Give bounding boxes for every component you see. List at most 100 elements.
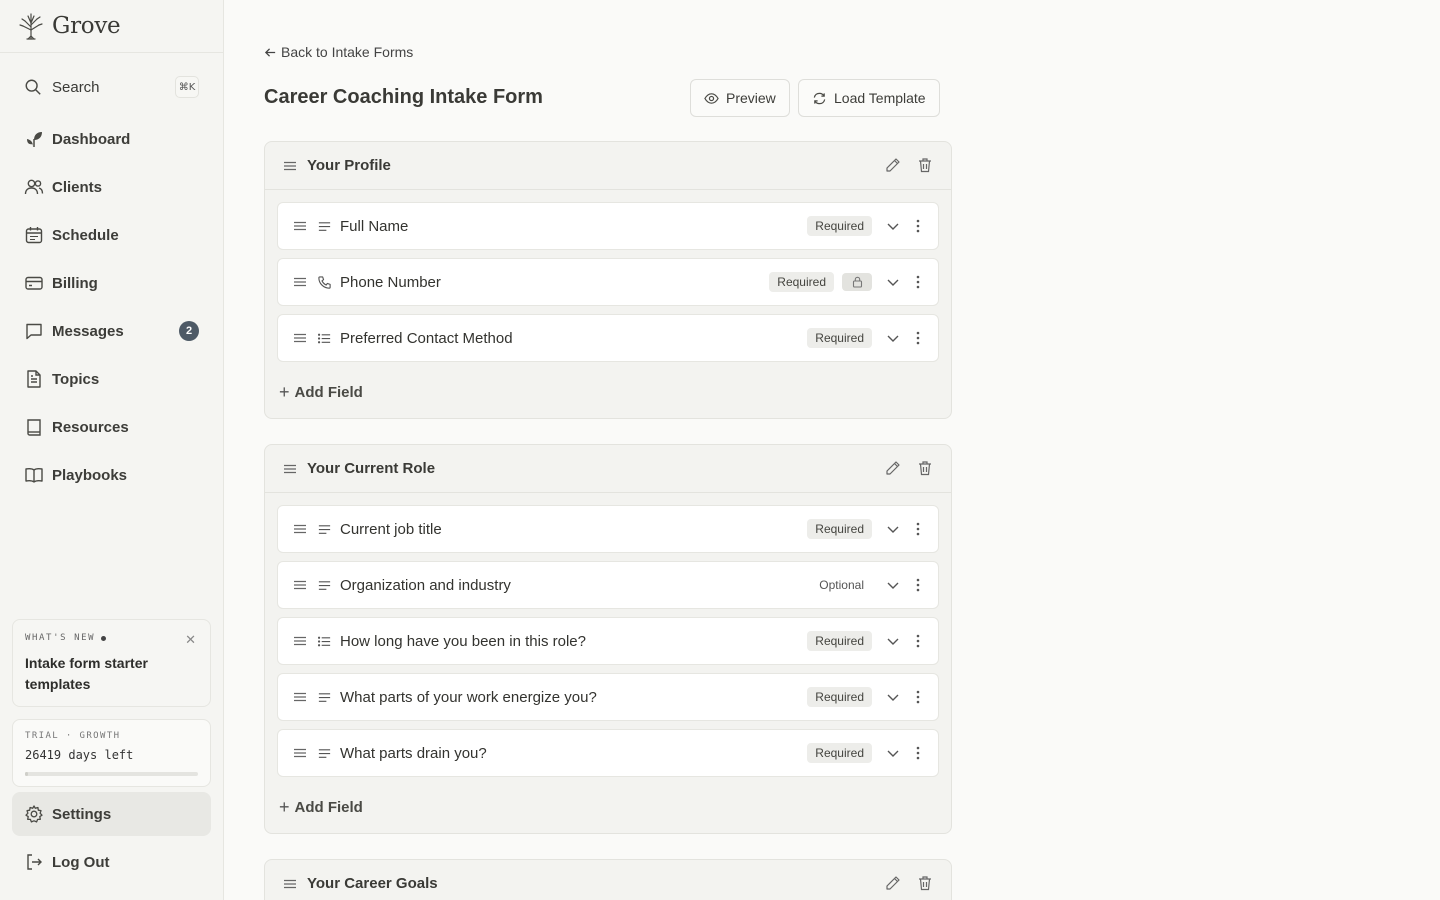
trash-icon[interactable] [917,157,933,173]
form-field-row[interactable]: What parts drain you? Required [277,729,939,777]
sidebar-item-clients[interactable]: Clients [12,165,211,209]
trial-days-left: 26419 days left [25,748,134,762]
sidebar-item-billing[interactable]: Billing [12,261,211,305]
gear-icon [25,805,43,823]
field-controls: Required [807,203,920,249]
whats-new-card[interactable]: WHAT'S NEW ✕ Intake form starter templat… [12,619,211,707]
required-badge[interactable]: Required [807,328,872,348]
more-options-icon[interactable] [916,746,920,760]
sidebar-item-messages[interactable]: Messages 2 [12,309,211,353]
chevron-down-icon[interactable] [886,634,900,648]
arrow-left-icon [264,47,276,57]
drag-handle-icon[interactable] [293,578,307,592]
more-options-icon[interactable] [916,331,920,345]
preview-button[interactable]: Preview [690,79,790,117]
required-badge[interactable]: Required [807,519,872,539]
close-icon[interactable]: ✕ [185,632,196,648]
required-badge[interactable]: Required [807,687,872,707]
book-icon [27,419,41,436]
list-icon [317,636,331,646]
more-options-icon[interactable] [916,275,920,289]
field-controls: Optional [811,562,920,608]
edit-icon[interactable] [885,157,901,173]
chevron-down-icon[interactable] [886,690,900,704]
users-icon [24,179,44,195]
add-field-button[interactable]: + Add Field [279,382,363,403]
chevron-down-icon[interactable] [886,522,900,536]
drag-handle-icon[interactable] [293,331,307,345]
required-badge[interactable]: Required [807,743,872,763]
drag-handle-icon[interactable] [293,522,307,536]
field-controls: Required [807,618,920,664]
edit-icon[interactable] [885,875,901,891]
sidebar-item-label: Resources [52,418,129,436]
sidebar-item-topics[interactable]: Topics [12,357,211,401]
form-section: Your Profile Full Name Required Phone Nu… [264,141,952,419]
sidebar-item-logout[interactable]: Log Out [12,840,211,884]
drag-handle-icon[interactable] [283,159,297,173]
field-label: What parts drain you? [340,744,487,762]
more-options-icon[interactable] [916,690,920,704]
sidebar-item-dashboard[interactable]: Dashboard [12,117,211,161]
sidebar-item-label: Billing [52,274,98,292]
refresh-icon [813,92,826,104]
form-field-row[interactable]: Organization and industry Optional [277,561,939,609]
text-field-icon [318,221,331,231]
form-field-row[interactable]: Current job title Required [277,505,939,553]
search-button[interactable]: Search ⌘K [12,64,211,110]
drag-handle-icon[interactable] [293,275,307,289]
whats-new-kicker-row: WHAT'S NEW [25,633,198,643]
list-icon [317,333,331,343]
more-options-icon[interactable] [916,522,920,536]
chevron-down-icon[interactable] [886,219,900,233]
section-header: Your Current Role [265,445,951,493]
drag-handle-icon[interactable] [293,690,307,704]
section-title: Your Career Goals [307,875,438,892]
chevron-down-icon[interactable] [886,331,900,345]
trial-card[interactable]: TRIAL · GROWTH 26419 days left [12,719,211,787]
required-badge[interactable]: Required [769,272,834,292]
trash-icon[interactable] [917,460,933,476]
load-template-button[interactable]: Load Template [798,79,940,117]
drag-handle-icon[interactable] [293,746,307,760]
chevron-down-icon[interactable] [886,746,900,760]
drag-handle-icon[interactable] [293,219,307,233]
form-field-row[interactable]: Preferred Contact Method Required [277,314,939,362]
form-field-row[interactable]: How long have you been in this role? Req… [277,617,939,665]
field-controls: Required [807,315,920,361]
more-options-icon[interactable] [916,219,920,233]
search-icon [25,79,41,95]
field-label: How long have you been in this role? [340,632,586,650]
unread-dot [101,635,107,641]
field-label: Phone Number [340,273,441,291]
trash-icon[interactable] [917,875,933,891]
trial-progress-bar [25,772,198,776]
add-field-button[interactable]: + Add Field [279,797,363,818]
edit-icon[interactable] [885,460,901,476]
field-controls: Required [807,506,920,552]
drag-handle-icon[interactable] [293,634,307,648]
form-field-row[interactable]: What parts of your work energize you? Re… [277,673,939,721]
form-field-row[interactable]: Phone Number Required [277,258,939,306]
brand[interactable]: Grove [0,0,223,53]
more-options-icon[interactable] [916,578,920,592]
chevron-down-icon[interactable] [886,275,900,289]
drag-handle-icon[interactable] [283,877,297,891]
section-actions [885,460,933,476]
sidebar-item-schedule[interactable]: Schedule [12,213,211,257]
sidebar-item-settings[interactable]: Settings [12,792,211,836]
sidebar-item-label: Dashboard [52,130,131,148]
message-icon [26,323,42,340]
required-badge[interactable]: Required [807,216,872,236]
phone-icon [318,275,331,289]
back-link[interactable]: Back to Intake Forms [264,44,413,60]
drag-handle-icon[interactable] [283,462,297,476]
form-field-row[interactable]: Full Name Required [277,202,939,250]
optional-badge[interactable]: Optional [811,575,872,595]
required-badge[interactable]: Required [807,631,872,651]
sidebar-item-resources[interactable]: Resources [12,405,211,449]
chevron-down-icon[interactable] [886,578,900,592]
more-options-icon[interactable] [916,634,920,648]
sidebar-item-playbooks[interactable]: Playbooks [12,453,211,497]
section-header: Your Career Goals [265,860,951,900]
